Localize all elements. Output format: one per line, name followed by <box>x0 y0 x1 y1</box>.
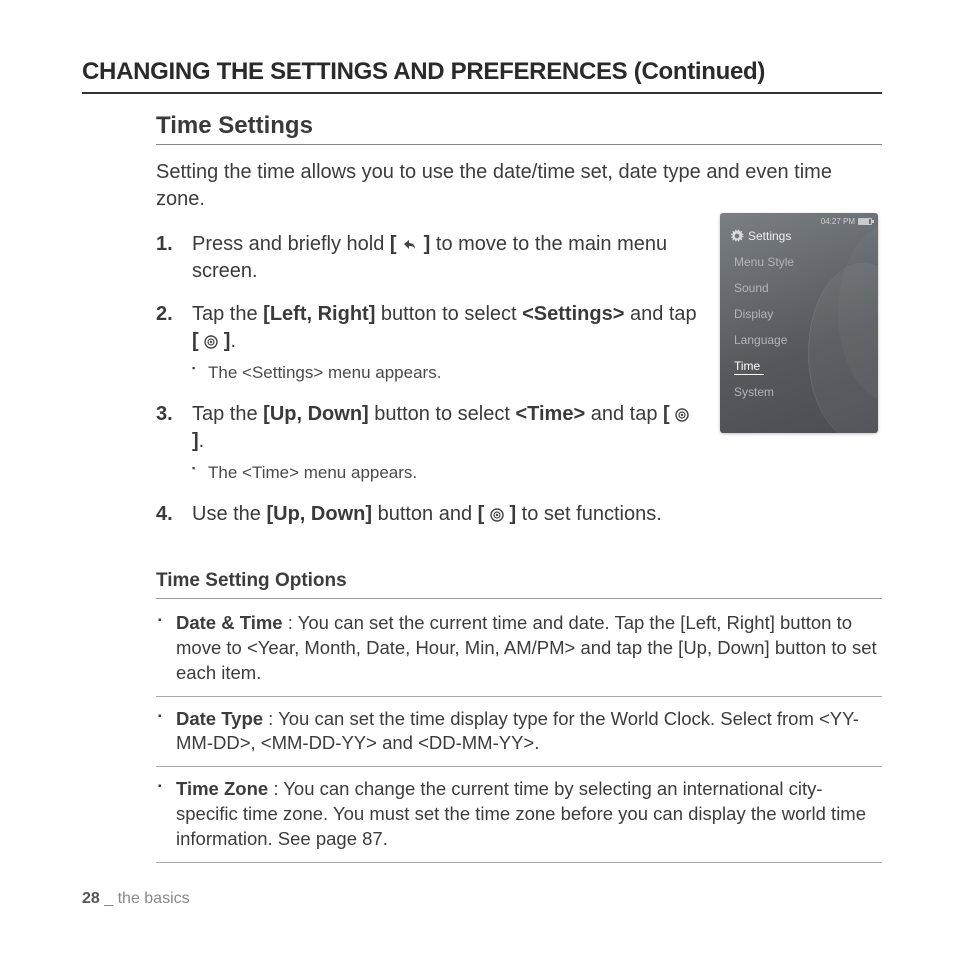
option-text: : You can set the time display type for … <box>176 708 859 754</box>
device-item-time[interactable]: Time <box>734 353 878 379</box>
back-icon <box>402 238 418 252</box>
options-list: Date & Time : You can set the current ti… <box>156 611 882 864</box>
option-label: Date & Time <box>176 612 283 633</box>
step-4: 4. Use the [Up, Down] button and [ ] to … <box>156 501 882 528</box>
device-title: Settings <box>748 229 791 243</box>
option-label: Date Type <box>176 708 263 729</box>
step-number: 1. <box>156 231 173 258</box>
option-date-type: Date Type : You can set the time display… <box>156 707 882 768</box>
device-screenshot: 04:27 PM Settings Menu Style Sound Displ… <box>720 213 878 433</box>
page-title: CHANGING THE SETTINGS AND PREFERENCES (C… <box>82 58 882 94</box>
footer-section: the basics <box>118 890 190 907</box>
step-3-note: The <Time> menu appears. <box>192 461 702 485</box>
option-time-zone: Time Zone : You can change the current t… <box>156 777 882 863</box>
select-icon <box>204 335 218 349</box>
section-heading: Time Settings <box>156 112 882 145</box>
step-number: 2. <box>156 301 173 328</box>
option-date-and-time: Date & Time : You can set the current ti… <box>156 611 882 697</box>
page-footer: 28 _ the basics <box>82 890 190 908</box>
step-number: 4. <box>156 501 173 528</box>
gear-icon <box>730 229 744 243</box>
select-icon <box>490 508 504 522</box>
device-status-bar: 04:27 PM <box>821 217 872 226</box>
step-text: Press and briefly hold <box>192 233 390 255</box>
page-number: 28 <box>82 890 100 907</box>
step-number: 3. <box>156 401 173 428</box>
select-icon <box>675 408 689 422</box>
option-text: : You can change the current time by sel… <box>176 778 866 849</box>
option-label: Time Zone <box>176 778 268 799</box>
battery-icon <box>858 218 872 225</box>
intro-text: Setting the time allows you to use the d… <box>156 159 882 213</box>
options-heading: Time Setting Options <box>156 570 882 599</box>
device-clock: 04:27 PM <box>821 217 855 226</box>
step-2-note: The <Settings> menu appears. <box>192 361 702 385</box>
